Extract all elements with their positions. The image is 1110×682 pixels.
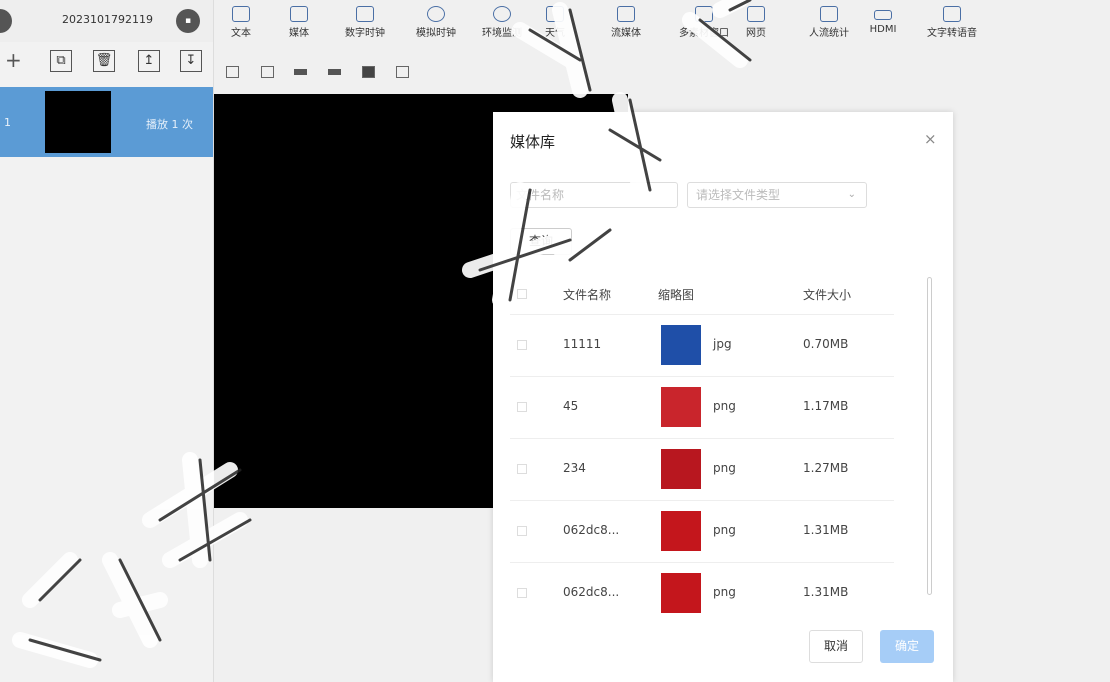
file-ext: jpg [713, 337, 732, 351]
send-back-icon[interactable] [328, 69, 341, 75]
file-thumbnail [661, 449, 701, 489]
tts-icon [943, 6, 961, 22]
row-checkbox[interactable] [517, 588, 527, 598]
row-checkbox[interactable] [517, 526, 527, 536]
file-size: 1.31MB [803, 523, 849, 537]
file-ext: png [713, 399, 736, 413]
file-type-placeholder: 请选择文件类型 [696, 188, 781, 202]
toolbar-hdmi[interactable]: HDMI [865, 6, 901, 35]
digital-clock-icon [356, 6, 374, 22]
toolbar-stream[interactable]: 流媒体 [606, 6, 646, 39]
table-row[interactable]: 234 png 1.27MB [510, 439, 894, 501]
hdmi-icon [874, 10, 892, 20]
multi-window-icon [695, 6, 713, 22]
cancel-button[interactable]: 取消 [809, 630, 863, 663]
file-thumbnail [661, 511, 701, 551]
file-size: 1.31MB [803, 585, 849, 599]
file-name: 062dc8... [563, 585, 620, 599]
bring-front-icon[interactable] [294, 69, 307, 75]
table-row[interactable]: 062dc8... png 1.31MB [510, 501, 894, 563]
table-row[interactable]: 062dc8... png 1.31MB [510, 563, 894, 624]
query-button[interactable]: 查询 [510, 228, 572, 255]
webpage-icon [747, 6, 765, 22]
col-file-size: 文件大小 [803, 288, 852, 302]
media-icon [290, 6, 308, 22]
table-row[interactable]: 45 png 1.17MB [510, 377, 894, 439]
delete-layer-icon[interactable] [261, 66, 274, 78]
clear-icon[interactable] [226, 66, 239, 78]
stream-icon [617, 6, 635, 22]
component-toolbar: 文本 媒体 数字时钟 模拟时钟 环境监测 天气 流媒体 多素材窗口 网页 人流统… [214, 0, 1110, 42]
file-type-select[interactable]: 请选择文件类型 ⌄ [687, 182, 867, 208]
program-header: 2023101792119 ▪ [0, 0, 213, 42]
confirm-button[interactable]: 确定 [880, 630, 934, 663]
col-thumbnail: 缩略图 [658, 288, 695, 302]
row-checkbox[interactable] [517, 402, 527, 412]
file-name-input[interactable]: 文件名称 [510, 182, 678, 208]
people-count-icon [820, 6, 838, 22]
toolbar-tts[interactable]: 文字转语音 [922, 6, 982, 39]
toolbar-webpage[interactable]: 网页 [741, 6, 771, 39]
toolbar-environment[interactable]: 环境监测 [477, 6, 527, 39]
file-ext: png [713, 585, 736, 599]
toolbar-media[interactable]: 媒体 [284, 6, 314, 39]
toolbar-multi-window[interactable]: 多素材窗口 [674, 6, 734, 39]
add-icon[interactable]: + [5, 48, 22, 72]
toolbar-digital-clock[interactable]: 数字时钟 [340, 6, 390, 39]
copy-icon[interactable]: ⧉ [50, 50, 72, 72]
select-all-checkbox[interactable] [517, 289, 527, 299]
item-play-count: 播放 1 次 [146, 118, 193, 131]
layer-toolbar [214, 55, 1110, 81]
file-name: 11111 [563, 337, 602, 351]
row-checkbox[interactable] [517, 340, 527, 350]
back-icon[interactable] [0, 9, 12, 33]
media-library-dialog: 媒体库 × 文件名称 请选择文件类型 ⌄ 查询 文件名称 缩略图 文件大小 111… [493, 112, 953, 682]
col-file-name: 文件名称 [563, 288, 612, 302]
stop-icon[interactable]: ▪ [176, 9, 200, 33]
file-name: 234 [563, 461, 586, 475]
toolbar-people-count[interactable]: 人流统计 [804, 6, 854, 39]
table-row[interactable]: 11111 jpg 0.70MB [510, 315, 894, 377]
row-checkbox[interactable] [517, 464, 527, 474]
dialog-title: 媒体库 [510, 133, 556, 151]
file-thumbnail [661, 387, 701, 427]
file-name: 45 [563, 399, 579, 413]
file-ext: png [713, 461, 736, 475]
upload-icon[interactable]: ↥ [138, 50, 160, 72]
delete-icon[interactable]: 🗑 [93, 50, 115, 72]
download-icon[interactable]: ↧ [180, 50, 202, 72]
file-thumbnail [661, 325, 701, 365]
table-scrollbar[interactable] [927, 277, 932, 595]
program-item[interactable]: 1 播放 1 次 [0, 87, 213, 157]
layer-up-icon[interactable] [362, 66, 375, 78]
file-size: 1.17MB [803, 399, 849, 413]
text-icon [232, 6, 250, 22]
file-ext: png [713, 523, 736, 537]
file-size: 0.70MB [803, 337, 849, 351]
toolbar-text[interactable]: 文本 [226, 6, 256, 39]
toolbar-analog-clock[interactable]: 模拟时钟 [411, 6, 461, 39]
close-icon[interactable]: × [924, 130, 937, 148]
file-name: 062dc8... [563, 523, 620, 537]
file-thumbnail [661, 573, 701, 613]
chevron-down-icon: ⌄ [847, 189, 856, 200]
program-tools: + ⧉ 🗑 ↥ ↧ [0, 48, 213, 76]
layer-down-icon[interactable] [396, 66, 409, 78]
weather-icon [546, 6, 564, 22]
media-table: 文件名称 缩略图 文件大小 11111 jpg 0.70MB 45 png 1.… [510, 274, 894, 624]
program-panel: 2023101792119 ▪ + ⧉ 🗑 ↥ ↧ 1 播放 1 次 [0, 0, 214, 682]
item-thumbnail [45, 91, 111, 153]
table-header: 文件名称 缩略图 文件大小 [510, 274, 894, 315]
environment-icon [493, 6, 511, 22]
toolbar-weather[interactable]: 天气 [540, 6, 570, 39]
analog-clock-icon [427, 6, 445, 22]
file-size: 1.27MB [803, 461, 849, 475]
item-index: 1 [4, 116, 11, 129]
program-id: 2023101792119 [62, 13, 153, 26]
